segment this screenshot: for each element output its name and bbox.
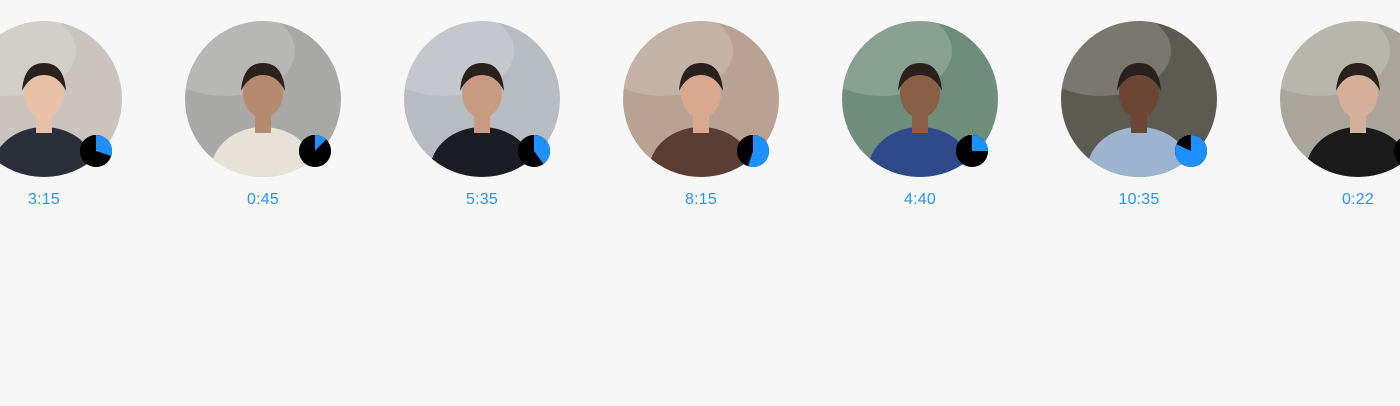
progress-pie-graphic [737,135,769,167]
progress-pie-icon [1394,135,1400,167]
progress-pie-icon [518,135,550,167]
progress-pie-graphic [956,135,988,167]
progress-pie-graphic [518,135,550,167]
progress-wedge [972,135,988,151]
progress-pie-graphic [299,135,331,167]
time-label: 5:35 [466,191,498,208]
progress-pie-icon [299,135,331,167]
contacts-strip: 3:15 0:45 5:35 8:15 4:40 10:35 0:22 [0,0,1400,406]
contact-item[interactable]: 8:15 [623,21,779,216]
progress-pie-graphic [80,135,112,167]
contact-item[interactable]: 0:45 [185,21,341,216]
time-label: 3:15 [28,191,60,208]
contact-item[interactable]: 3:15 [0,21,122,216]
progress-pie-icon [956,135,988,167]
contact-item[interactable]: 0:22 [1280,21,1400,216]
contact-item[interactable]: 5:35 [404,21,560,216]
progress-pie-icon [737,135,769,167]
avatar[interactable] [1280,21,1400,177]
time-label: 8:15 [685,191,717,208]
contact-item[interactable]: 4:40 [842,21,998,216]
time-label: 4:40 [904,191,936,208]
time-label: 0:22 [1342,191,1374,208]
progress-pie-icon [80,135,112,167]
time-label: 0:45 [247,191,279,208]
time-label: 10:35 [1118,191,1160,208]
progress-pie-graphic [1394,138,1400,164]
avatar-photo [1280,21,1400,177]
progress-pie-graphic [1175,135,1207,167]
contact-item[interactable]: 10:35 [1061,21,1217,216]
progress-pie-icon [1175,135,1207,167]
